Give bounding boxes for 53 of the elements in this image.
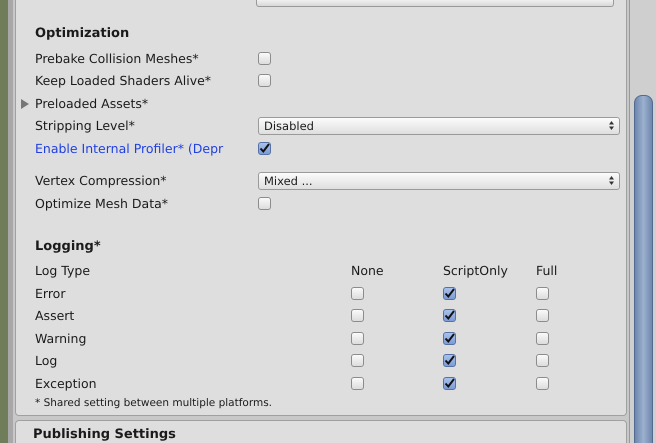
setting-label: Enable Internal Profiler* (Depr: [35, 140, 224, 156]
checkbox[interactable]: [351, 286, 364, 300]
checkmark-icon: [444, 355, 455, 366]
checkbox[interactable]: [443, 332, 456, 345]
log-type-label: Log: [35, 353, 58, 368]
dropdown[interactable]: Disabled: [258, 116, 620, 135]
setting-label: Optimize Mesh Data*: [35, 196, 170, 211]
setting-label: Vertex Compression*: [35, 173, 168, 188]
dropdown[interactable]: Mixed ...: [258, 172, 620, 190]
setting-label: Stripping Level*: [35, 118, 136, 134]
checkmark-icon: [444, 288, 455, 299]
column-header: Log Type: [35, 263, 92, 278]
checkbox[interactable]: [351, 309, 364, 322]
setting-label: Keep Loaded Shaders Alive*: [35, 73, 212, 88]
log-type-label: Error: [35, 286, 66, 301]
checkmark-icon: [444, 332, 455, 344]
checkbox[interactable]: [536, 309, 549, 322]
checkbox[interactable]: [536, 376, 549, 390]
checkbox[interactable]: [443, 286, 456, 300]
checkbox[interactable]: [258, 196, 271, 210]
section-title: Optimization: [35, 26, 130, 41]
foldout-arrow-icon[interactable]: [21, 99, 29, 109]
checkmark-icon: [259, 142, 270, 154]
checkmark-icon: [444, 378, 455, 389]
checkbox[interactable]: [351, 354, 364, 368]
checkbox[interactable]: [536, 332, 549, 345]
up-down-arrows-icon: [609, 121, 614, 130]
checkbox[interactable]: [536, 286, 549, 300]
up-down-arrows-icon: [609, 176, 614, 186]
checkbox[interactable]: [536, 354, 549, 368]
checkbox[interactable]: [443, 376, 456, 390]
scrollbar-thumb[interactable]: [634, 95, 653, 443]
dropdown[interactable]: [256, 0, 614, 7]
setting-label: Prebake Collision Meshes*: [35, 50, 200, 66]
footnote: * Shared setting between multiple platforms.: [35, 396, 274, 408]
checkbox[interactable]: [443, 309, 456, 322]
checkbox[interactable]: [351, 332, 364, 345]
log-type-label: Assert: [35, 308, 76, 324]
checkbox[interactable]: [258, 52, 271, 65]
log-type-label: Warning: [35, 330, 88, 346]
checkbox[interactable]: [443, 354, 456, 368]
foldout-label[interactable]: Preloaded Assets*: [35, 96, 258, 111]
log-type-label: Exception: [35, 376, 98, 391]
section-header[interactable]: Publishing Settings: [15, 420, 627, 443]
checkbox[interactable]: [258, 142, 271, 155]
scrollbar[interactable]: [629, 0, 656, 443]
column-header: None: [351, 263, 385, 278]
section-title: Logging*: [35, 238, 102, 254]
checkbox[interactable]: [258, 74, 271, 88]
column-header: Full: [536, 263, 558, 278]
checkbox[interactable]: [351, 376, 364, 390]
checkmark-icon: [444, 310, 455, 322]
column-header: ScriptOnly: [443, 263, 509, 278]
